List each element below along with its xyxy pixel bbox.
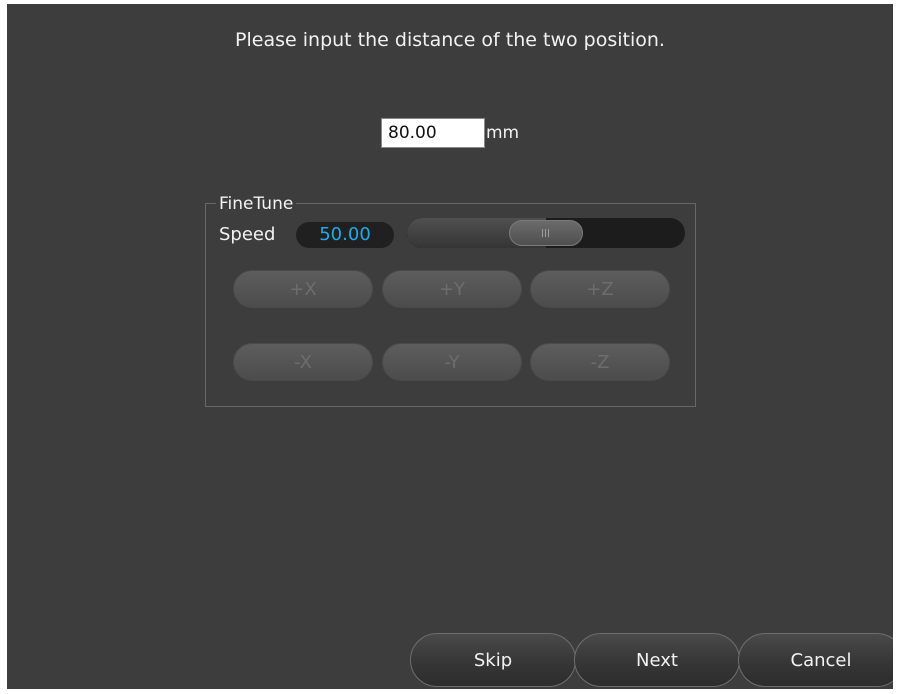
cancel-button[interactable]: Cancel xyxy=(738,633,893,687)
jog-plus-x-button[interactable]: +X xyxy=(233,270,373,308)
instruction-text: Please input the distance of the two pos… xyxy=(235,29,665,51)
jog-minus-y-button[interactable]: -Y xyxy=(382,343,522,381)
grip-icon xyxy=(542,229,551,237)
speed-label: Speed xyxy=(219,224,276,245)
speed-slider-handle[interactable] xyxy=(509,220,583,246)
skip-button[interactable]: Skip xyxy=(410,633,576,687)
jog-plus-z-button[interactable]: +Z xyxy=(530,270,670,308)
calibration-dialog: Please input the distance of the two pos… xyxy=(7,4,893,689)
next-button[interactable]: Next xyxy=(574,633,740,687)
finetune-title: FineTune xyxy=(216,194,297,214)
distance-input[interactable] xyxy=(381,118,485,148)
speed-value-display[interactable]: 50.00 xyxy=(296,222,394,248)
distance-unit-label: mm xyxy=(486,123,520,143)
jog-minus-z-button[interactable]: -Z xyxy=(530,343,670,381)
speed-slider[interactable] xyxy=(407,218,685,248)
jog-plus-y-button[interactable]: +Y xyxy=(382,270,522,308)
jog-minus-x-button[interactable]: -X xyxy=(233,343,373,381)
